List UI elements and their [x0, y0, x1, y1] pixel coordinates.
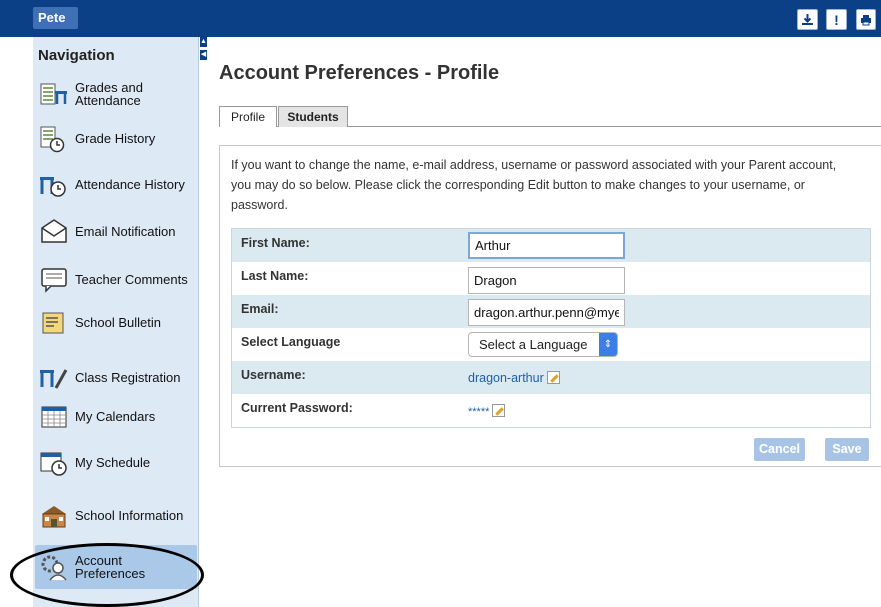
- sidebar-item-my-calendars[interactable]: My Calendars: [35, 394, 197, 438]
- download-icon[interactable]: [797, 9, 818, 30]
- edit-password-icon[interactable]: [492, 404, 506, 418]
- tab-profile[interactable]: Profile: [219, 106, 277, 127]
- alert-icon[interactable]: !: [826, 9, 847, 30]
- row-username: Username: dragon-arthur: [232, 361, 870, 394]
- sidebar: Navigation Grades and Attendance Grade H…: [33, 37, 199, 607]
- sidebar-item-label: My Calendars: [75, 408, 156, 424]
- username-value: dragon-arthur: [468, 371, 544, 385]
- language-select[interactable]: Select a Language ⇕: [468, 332, 618, 357]
- collapse-up-icon[interactable]: ▲: [200, 37, 207, 47]
- sidebar-item-school-bulletin[interactable]: School Bulletin: [35, 300, 197, 344]
- password-value: *****: [468, 406, 490, 418]
- grade-history-icon: [40, 126, 65, 153]
- language-select-value: Select a Language: [479, 337, 588, 352]
- username-label: Username:: [241, 368, 306, 382]
- comments-icon: [41, 268, 67, 293]
- intro-text: If you want to change the name, e-mail a…: [231, 158, 837, 212]
- collapse-left-icon[interactable]: ◀: [200, 50, 207, 60]
- sidebar-item-grade-history[interactable]: Grade History: [35, 116, 197, 160]
- row-password: Current Password: *****: [232, 394, 870, 427]
- profile-form: First Name: Last Name: Email: Select Lan…: [231, 228, 871, 428]
- grades-attendance-icon: [40, 83, 67, 105]
- registration-icon: [40, 369, 68, 389]
- profile-panel: If you want to change the name, e-mail a…: [219, 145, 881, 467]
- sidebar-item-label: Email Notification: [75, 223, 176, 239]
- sidebar-item-my-schedule[interactable]: My Schedule: [35, 440, 197, 484]
- cancel-button[interactable]: Cancel: [754, 438, 805, 461]
- edit-username-icon[interactable]: [546, 371, 560, 385]
- tab-students[interactable]: Students: [278, 106, 348, 127]
- highlight-circle: [10, 543, 204, 607]
- sidebar-collapse-handle[interactable]: ▲ ◀: [199, 37, 207, 607]
- language-label: Select Language: [241, 335, 341, 349]
- first-name-label: First Name:: [241, 236, 310, 250]
- print-icon[interactable]: [856, 9, 876, 30]
- email-icon: [41, 219, 67, 243]
- sidebar-item-label: Grade History: [75, 130, 156, 146]
- sidebar-item-label: Class Registration: [75, 369, 181, 385]
- sidebar-item-email-notification[interactable]: Email Notification: [35, 209, 197, 253]
- schedule-icon: [40, 452, 67, 476]
- last-name-label: Last Name:: [241, 269, 309, 283]
- sidebar-item-attendance-history[interactable]: Attendance History: [35, 162, 197, 206]
- row-email: Email:: [232, 295, 870, 328]
- chevron-updown-icon: ⇕: [599, 333, 617, 356]
- row-last-name: Last Name:: [232, 262, 870, 295]
- sidebar-item-grades-attendance[interactable]: Grades and Attendance: [35, 72, 197, 116]
- user-name[interactable]: Pete: [33, 7, 78, 29]
- bulletin-icon: [42, 312, 64, 334]
- top-bar: Pete !: [0, 0, 881, 37]
- save-button[interactable]: Save: [825, 438, 869, 461]
- sidebar-item-school-information[interactable]: School Information: [35, 493, 197, 537]
- calendar-icon: [41, 406, 67, 428]
- email-label: Email:: [241, 302, 279, 316]
- sidebar-item-class-registration[interactable]: Class Registration: [35, 355, 197, 399]
- row-language: Select Language Select a Language ⇕: [232, 328, 870, 361]
- page-title: Account Preferences - Profile: [219, 62, 500, 84]
- tab-bar: Profile Students: [219, 106, 881, 127]
- last-name-field[interactable]: [468, 267, 625, 294]
- school-icon: [42, 506, 66, 528]
- sidebar-item-label: Teacher Comments: [75, 271, 188, 287]
- attendance-history-icon: [40, 177, 66, 197]
- sidebar-item-label: Grades and Attendance: [75, 80, 143, 108]
- email-field[interactable]: [468, 299, 625, 326]
- alert-glyph: !: [834, 11, 839, 28]
- sidebar-item-label: School Bulletin: [75, 314, 161, 330]
- sidebar-item-label: My Schedule: [75, 454, 151, 470]
- sidebar-item-label: Attendance History: [75, 176, 185, 192]
- sidebar-item-teacher-comments[interactable]: Teacher Comments: [35, 257, 197, 301]
- nav-title: Navigation: [38, 47, 115, 64]
- first-name-field[interactable]: [468, 232, 625, 259]
- sidebar-item-label: School Information: [75, 507, 184, 523]
- row-first-name: First Name:: [232, 229, 870, 262]
- password-label: Current Password:: [241, 401, 353, 415]
